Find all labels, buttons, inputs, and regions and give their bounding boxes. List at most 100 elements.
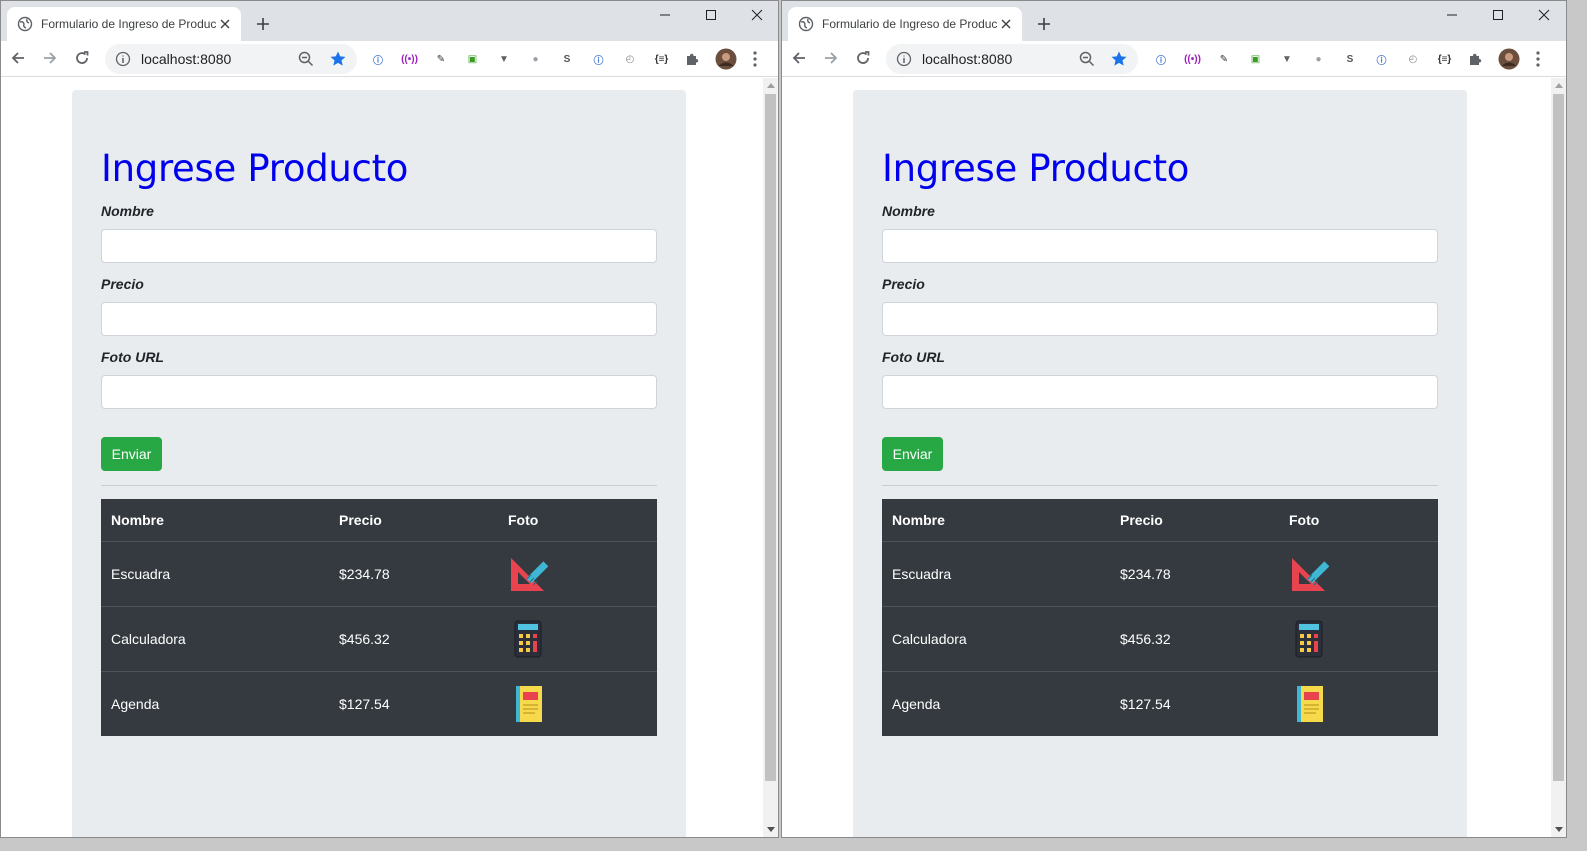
- browser-toolbar: localhost:8080 ⓘ ((•)) ✎ ▣ ▼ ● Sⓘ ◴ {≡}: [1, 41, 778, 77]
- product-name: Agenda: [882, 670, 1110, 736]
- product-price: $234.78: [1120, 565, 1171, 582]
- clock-ext-icon[interactable]: ◴: [1404, 50, 1422, 68]
- opera-ext-icon[interactable]: ⓘ: [369, 50, 387, 68]
- table-row: Calculadora $456.32: [101, 605, 657, 671]
- profile-avatar[interactable]: [1498, 48, 1520, 70]
- calculator-icon: [514, 620, 542, 657]
- eyedropper-ext-icon[interactable]: ✎: [432, 50, 450, 68]
- submit-button[interactable]: Enviar: [101, 437, 162, 471]
- clock-ext-icon[interactable]: ◴: [621, 50, 639, 68]
- browser-toolbar: localhost:8080 ⓘ ((•)) ✎ ▣ ▼ ● Sⓘ ◴ {≡}: [782, 41, 1566, 77]
- kebab-menu-icon[interactable]: [746, 50, 764, 68]
- window-close-icon[interactable]: [735, 1, 778, 29]
- info-icon[interactable]: [115, 51, 131, 67]
- opera-ext-icon[interactable]: ⓘ: [1152, 50, 1170, 68]
- address-bar[interactable]: localhost:8080: [886, 44, 1138, 74]
- set-square-icon: [1292, 557, 1329, 591]
- scroll-down-arrow-icon[interactable]: [1551, 823, 1566, 837]
- header-foto: Foto: [1279, 499, 1438, 542]
- puzzle-icon[interactable]: [1467, 50, 1485, 68]
- s-ext-icon[interactable]: S: [1341, 50, 1359, 68]
- table-row: Escuadra $234.78: [101, 541, 657, 606]
- table-header-row: Nombre Precio Foto: [101, 499, 657, 542]
- broadcast-ext-icon[interactable]: ((•)): [1184, 50, 1202, 68]
- scrollbar-thumb[interactable]: [1553, 94, 1564, 781]
- browser-tab[interactable]: Formulario de Ingreso de Produc: [7, 7, 241, 41]
- bubble-ext-icon[interactable]: ●: [527, 50, 545, 68]
- product-photo: [1279, 605, 1438, 671]
- back-arrow-icon[interactable]: [5, 45, 31, 71]
- vue-ext-icon[interactable]: ▼: [495, 50, 513, 68]
- product-photo: [498, 541, 657, 606]
- forward-arrow-icon[interactable]: [37, 45, 63, 71]
- address-bar[interactable]: localhost:8080: [105, 44, 357, 74]
- forward-arrow-icon[interactable]: [818, 45, 844, 71]
- table-row: Escuadra $234.78: [882, 541, 1438, 606]
- profile-avatar[interactable]: [715, 48, 737, 70]
- maximize-icon[interactable]: [689, 1, 733, 29]
- table-row: Calculadora $456.32: [882, 605, 1438, 671]
- product-photo: [1279, 670, 1438, 736]
- header-foto: Foto: [498, 499, 657, 542]
- braces-ext-icon[interactable]: {≡}: [1436, 50, 1454, 68]
- bubble-ext-icon[interactable]: ●: [1310, 50, 1328, 68]
- product-photo: [498, 605, 657, 671]
- scroll-up-arrow-icon[interactable]: [763, 78, 778, 92]
- scroll-down-arrow-icon[interactable]: [763, 823, 778, 837]
- zoom-out-icon[interactable]: [297, 50, 315, 68]
- header-precio: Precio: [329, 499, 498, 542]
- precio-input[interactable]: [882, 302, 1438, 336]
- header-nombre: Nombre: [101, 499, 329, 542]
- plus-icon[interactable]: [251, 12, 275, 36]
- foto-url-input[interactable]: [882, 375, 1438, 409]
- maximize-icon[interactable]: [1476, 1, 1520, 29]
- close-icon[interactable]: [998, 16, 1014, 32]
- url-text: localhost:8080: [141, 51, 232, 67]
- header-nombre: Nombre: [882, 499, 1110, 542]
- product-name: Escuadra: [892, 565, 952, 582]
- zoom-out-icon[interactable]: [1078, 50, 1096, 68]
- reload-icon[interactable]: [69, 45, 95, 71]
- scrollbar-thumb[interactable]: [765, 94, 776, 781]
- browser-tab[interactable]: Formulario de Ingreso de Produc: [788, 7, 1022, 41]
- broadcast-ext-icon[interactable]: ((•)): [401, 50, 419, 68]
- scroll-up-arrow-icon[interactable]: [1551, 78, 1566, 92]
- precio-input[interactable]: [101, 302, 657, 336]
- notebook-icon: [1297, 685, 1323, 722]
- s-ext-icon[interactable]: S: [558, 50, 576, 68]
- set-square-icon: [511, 557, 548, 591]
- nombre-input[interactable]: [882, 229, 1438, 263]
- vue-ext-icon[interactable]: ▼: [1278, 50, 1296, 68]
- reload-icon[interactable]: [850, 45, 876, 71]
- precio-label: Precio: [882, 276, 925, 292]
- kebab-menu-icon[interactable]: [1529, 50, 1547, 68]
- vertical-scrollbar[interactable]: [1551, 78, 1566, 837]
- opera2-ext-icon[interactable]: ⓘ: [1373, 50, 1391, 68]
- star-icon[interactable]: [1110, 50, 1128, 68]
- minimize-icon[interactable]: [1430, 1, 1474, 29]
- eyedropper-ext-icon[interactable]: ✎: [1215, 50, 1233, 68]
- braces-ext-icon[interactable]: {≡}: [653, 50, 671, 68]
- info-icon[interactable]: [896, 51, 912, 67]
- window-close-icon[interactable]: [1522, 1, 1566, 29]
- header-precio: Precio: [1110, 499, 1279, 542]
- green-square-ext-icon[interactable]: ▣: [464, 50, 482, 68]
- star-icon[interactable]: [329, 50, 347, 68]
- puzzle-icon[interactable]: [684, 50, 702, 68]
- submit-button[interactable]: Enviar: [882, 437, 943, 471]
- vertical-scrollbar[interactable]: [763, 78, 778, 837]
- product-price: $127.54: [1110, 670, 1279, 736]
- minimize-icon[interactable]: [643, 1, 687, 29]
- close-icon[interactable]: [217, 16, 233, 32]
- nombre-input[interactable]: [101, 229, 657, 263]
- globe-icon: [17, 16, 33, 32]
- tab-strip: Formulario de Ingreso de Produc: [1, 1, 778, 41]
- green-square-ext-icon[interactable]: ▣: [1247, 50, 1265, 68]
- page-title: Ingrese Producto: [882, 147, 1190, 190]
- plus-icon[interactable]: [1032, 12, 1056, 36]
- product-price: $234.78: [339, 565, 390, 582]
- opera2-ext-icon[interactable]: ⓘ: [590, 50, 608, 68]
- product-name: Calculadora: [101, 605, 329, 671]
- back-arrow-icon[interactable]: [786, 45, 812, 71]
- foto-url-input[interactable]: [101, 375, 657, 409]
